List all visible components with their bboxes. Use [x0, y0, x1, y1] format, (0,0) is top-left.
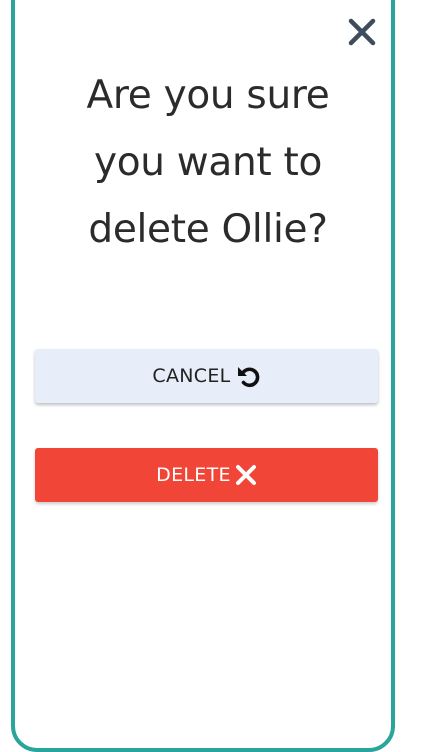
- delete-button-label: DELETE: [156, 464, 231, 486]
- close-button[interactable]: [347, 17, 377, 47]
- cancel-button-label: CANCEL: [152, 365, 231, 387]
- delete-button[interactable]: DELETE: [35, 448, 378, 502]
- close-icon: [348, 18, 376, 46]
- cancel-button[interactable]: CANCEL: [35, 349, 378, 403]
- dialog-title: Are you sure you want to delete Ollie?: [86, 73, 330, 252]
- undo-icon: [235, 363, 261, 389]
- close-icon: [235, 464, 257, 486]
